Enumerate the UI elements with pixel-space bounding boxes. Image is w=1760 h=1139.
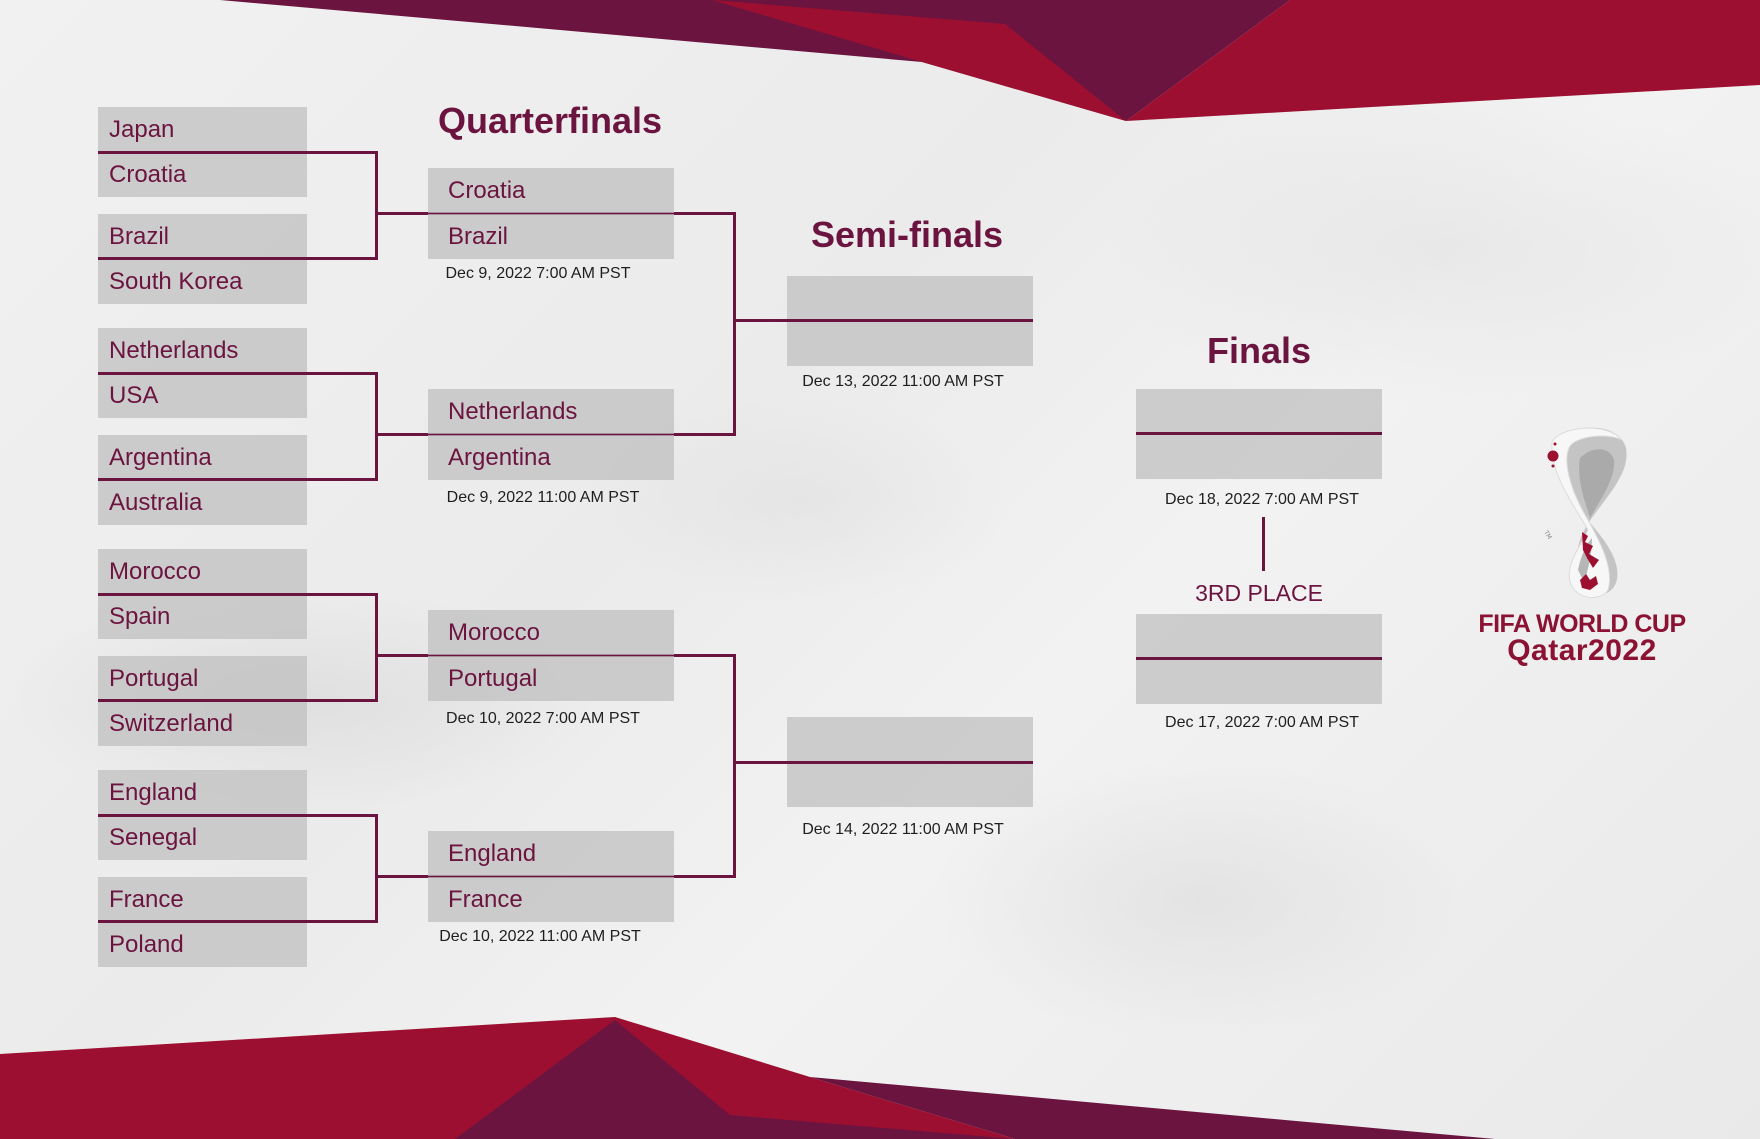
sf-date: Dec 14, 2022 11:00 AM PST [802,821,1004,838]
qf-date: Dec 9, 2022 7:00 AM PST [445,265,631,282]
third-place-connector [1262,517,1265,571]
qf-team[interactable]: Portugal [428,656,674,701]
r16-team[interactable]: Portugal [98,656,307,701]
quarterfinals-title: Quarterfinals [438,100,663,141]
bracket-connector [375,372,378,481]
third-place-date: Dec 17, 2022 7:00 AM PST [1165,714,1359,731]
bracket-connector [375,814,378,923]
bracket-connector [98,699,378,702]
bracket-connector [1136,657,1382,660]
qf-team[interactable]: England [428,831,674,876]
r16-team[interactable]: France [98,877,307,922]
bracket-connector [98,920,378,923]
top-banner-dark [220,0,1290,121]
qf-team[interactable]: Argentina [428,435,674,480]
semifinals-title: Semi-finals [811,214,1004,255]
r16-team[interactable]: Croatia [98,152,307,197]
qf-date: Dec 10, 2022 7:00 AM PST [446,710,640,727]
bracket-connector [98,151,378,154]
r16-team[interactable]: USA [98,373,307,418]
r16-team[interactable]: Morocco [98,549,307,594]
r16-team[interactable]: Brazil [98,214,307,259]
qf-date: Dec 9, 2022 11:00 AM PST [446,489,640,506]
qf-team[interactable]: Morocco [428,610,674,655]
sf-date: Dec 13, 2022 11:00 AM PST [802,373,1004,390]
bracket-connector [787,761,1033,764]
bracket-connector [787,319,1033,322]
bracket-connector [98,478,378,481]
r16-team[interactable]: Netherlands [98,328,307,373]
r16-team[interactable]: Argentina [98,435,307,480]
bracket-connector [98,372,378,375]
r16-team[interactable]: Senegal [98,815,307,860]
r16-team[interactable]: Switzerland [98,701,307,746]
r16-team[interactable]: Japan [98,107,307,152]
bracket-connector [733,212,736,436]
r16-team[interactable]: Spain [98,594,307,639]
r16-team[interactable]: Australia [98,480,307,525]
r16-team[interactable]: Poland [98,922,307,967]
qf-team[interactable]: Netherlands [428,389,674,434]
svg-text:TM: TM [1542,529,1553,541]
bracket-connector [98,257,378,260]
third-place-label: 3RD PLACE [1195,580,1323,606]
bracket-connector [733,654,736,878]
bracket-connector [375,151,378,260]
qf-team[interactable]: Croatia [428,168,674,213]
logo-line-2: Qatar2022 [1507,634,1657,667]
bracket-connector [375,593,378,702]
bracket-connector [1136,432,1382,435]
bracket-connector [98,593,378,596]
qf-team[interactable]: France [428,877,674,922]
r16-team[interactable]: South Korea [98,259,307,304]
bracket-connector [98,814,378,817]
qf-team[interactable]: Brazil [428,214,674,259]
r16-team[interactable]: England [98,770,307,815]
world-cup-emblem-icon: TM [1542,427,1627,598]
finals-title: Finals [1207,330,1312,371]
final-date: Dec 18, 2022 7:00 AM PST [1165,491,1359,508]
qf-date: Dec 10, 2022 11:00 AM PST [439,928,641,945]
